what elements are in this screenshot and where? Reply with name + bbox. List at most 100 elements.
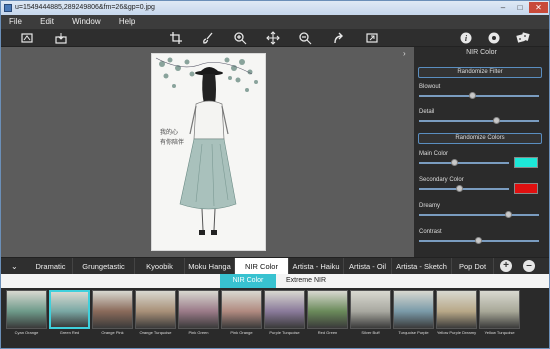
save-icon[interactable] [54,31,68,45]
title-bar: u=1549444885,289249806&fm=26&gp=0.jpg – … [1,1,549,15]
redo-icon[interactable] [332,31,346,45]
remove-filter-button[interactable]: – [523,260,535,272]
randomize-filter-button[interactable]: Randomize Filter [418,67,542,78]
secondary-color-slider-thumb[interactable] [455,185,463,192]
image-canvas[interactable]: 我的心 有你陪伴 [1,47,414,257]
preset-thumbnail-image [307,290,348,329]
close-button[interactable]: ✕ [529,2,548,13]
subtab-nir-color[interactable]: NIR Color [220,274,276,288]
preset-orange-turquoise[interactable]: Orange Turquoise [135,290,176,335]
subtab-extreme-nir[interactable]: Extreme NIR [276,274,336,288]
chevron-down-icon[interactable]: ⌄ [11,258,18,275]
tab-kyoobik[interactable]: Kyoobik [135,258,185,275]
dreamy-slider-thumb[interactable] [505,211,512,218]
zoom-in-icon[interactable] [233,31,247,45]
tab-nir-color[interactable]: NIR Color [235,258,289,275]
blowout-label: Blowout [419,84,441,90]
preset-green-red[interactable]: Green Red [49,290,90,335]
tab-dramatic[interactable]: Dramatic [29,258,73,275]
preset-turquoise-purple[interactable]: Turquoise Purple [393,290,434,335]
preset-pink-orange[interactable]: Pink Orange [221,290,262,335]
secondary-color-slider-track[interactable] [419,188,509,190]
handwriting-line1: 我的心 [160,128,178,136]
preset-label: Purple Turquoise [269,330,300,335]
preset-orange-pink[interactable]: Orange Pink [92,290,133,335]
zoom-out-icon[interactable] [298,31,312,45]
contrast-label: Contrast [419,229,442,235]
preset-thumbnail-image [92,290,133,329]
collapse-panel-icon[interactable]: › [403,49,406,58]
toolbar: i [1,29,549,47]
preset-thumbnail-image [479,290,520,329]
preset-label: Yellow Purple Dreamy [436,330,477,335]
menu-window[interactable]: Window [64,15,108,29]
preset-thumbnail-image [49,290,90,329]
preset-thumbnail-image [264,290,305,329]
detail-label: Detail [419,109,435,115]
main-color-slider-thumb[interactable] [451,159,458,166]
window-title: u=1549444885,289249806&fm=26&gp=0.jpg [15,4,155,11]
app-icon [4,4,12,12]
preset-thumbnail-image [221,290,262,329]
preset-label: Turquoise Purple [398,330,429,335]
dreamy-slider-track[interactable] [419,214,539,216]
tab-artista-sketch[interactable]: Artista - Sketch [392,258,452,275]
preset-label: Pink Orange [230,330,253,335]
tab-artista-oil[interactable]: Artista - Oil [344,258,392,275]
preset-pink-green[interactable]: Pink Green [178,290,219,335]
blowout-slider-thumb[interactable] [469,92,476,99]
compare-icon[interactable] [20,31,34,45]
add-filter-button[interactable]: + [500,260,512,272]
minimize-button[interactable]: – [495,2,511,13]
main-color-swatch[interactable] [514,157,538,168]
crop-icon[interactable] [169,31,183,45]
brush-icon[interactable] [201,31,215,45]
preset-label: Red Green [317,330,338,335]
maximize-button[interactable]: □ [512,2,528,13]
preset-thumbnail-image [436,290,477,329]
handwriting-line2: 有你陪伴 [160,138,184,146]
menu-help[interactable]: Help [111,15,143,29]
panel-title: NIR Color [466,49,497,56]
fit-icon[interactable] [365,31,379,45]
settings-icon[interactable] [487,31,501,45]
detail-slider-thumb[interactable] [493,117,500,124]
preset-red-green[interactable]: Red Green [307,290,348,335]
randomize-colors-button[interactable]: Randomize Colors [418,133,542,144]
info-icon[interactable]: i [459,31,473,45]
preset-thumbnail-image [6,290,47,329]
app-window: u=1549444885,289249806&fm=26&gp=0.jpg – … [0,0,550,349]
tab-artista-haiku[interactable]: Artista - Haiku [289,258,344,275]
dice-icon[interactable] [516,31,530,45]
tab-grungetastic[interactable]: Grungetastic [73,258,135,275]
preset-cyan-orange[interactable]: Cyan Orange [6,290,47,335]
preset-label: Pink Green [188,330,209,335]
preset-thumbnail-strip: Cyan Orange Green Red Orange Pink Orange… [1,288,549,348]
preset-label: Green Red [59,330,80,335]
main-color-slider-track[interactable] [419,162,509,164]
preset-silver-buff[interactable]: Silver Buff [350,290,391,335]
preset-purple-turquoise[interactable]: Purple Turquoise [264,290,305,335]
contrast-slider-thumb[interactable] [475,237,482,244]
preset-thumbnail-image [178,290,219,329]
tab-moku-hanga[interactable]: Moku Hanga [185,258,235,275]
menu-bar: File Edit Window Help [1,15,549,29]
preset-label: Cyan Orange [14,330,39,335]
tab-pop-dot[interactable]: Pop Dot [452,258,494,275]
main-color-label: Main Color [419,151,449,157]
photo: 我的心 有你陪伴 [151,53,266,251]
dreamy-label: Dreamy [419,203,441,209]
menu-edit[interactable]: Edit [32,15,62,29]
blowout-slider-track[interactable] [419,95,539,97]
preset-thumbnail-image [135,290,176,329]
preset-label: Orange Pink [101,330,124,335]
preset-thumbnail-image [350,290,391,329]
preset-thumbnail-image [393,290,434,329]
move-icon[interactable] [266,31,280,45]
detail-slider-track[interactable] [419,120,539,122]
preset-yellow-purple-dreamy[interactable]: Yellow Purple Dreamy [436,290,477,335]
secondary-color-swatch[interactable] [514,183,538,194]
menu-file[interactable]: File [1,15,30,29]
preset-yellow-turquoise[interactable]: Yellow Turquoise [479,290,520,335]
preset-label: Yellow Turquoise [484,330,515,335]
